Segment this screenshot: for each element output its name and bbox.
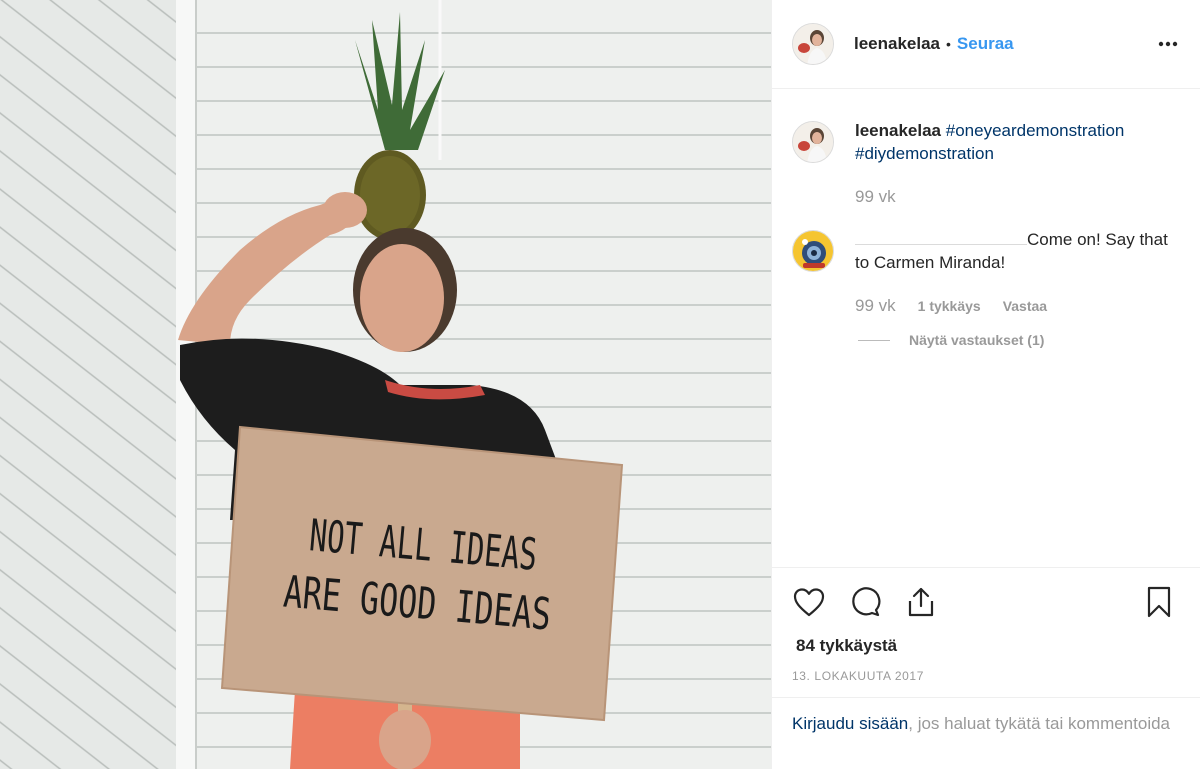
post-side-panel: leenakelaa • Seuraa leenakelaa #oneyeard…: [771, 0, 1200, 769]
comment-likes[interactable]: 1 tykkäys: [918, 295, 981, 318]
comment-time[interactable]: 99 vk: [855, 185, 896, 208]
avatar[interactable]: [792, 230, 834, 272]
heart-icon[interactable]: [792, 585, 826, 619]
post-date[interactable]: 13. LOKAKUUTA 2017: [792, 669, 1180, 683]
post-photo[interactable]: NOT ALL IDEAS ARE GOOD IDEAS: [0, 0, 771, 769]
caption-comment: leenakelaa #oneyeardemonstration #diydem…: [792, 119, 1180, 208]
avatar[interactable]: [792, 121, 834, 163]
login-link[interactable]: Kirjaudu sisään: [792, 714, 908, 733]
more-options-icon[interactable]: [1156, 32, 1180, 56]
login-prompt-text: , jos haluat tykätä tai kommentoida: [908, 714, 1170, 733]
comment-icon[interactable]: [848, 585, 882, 619]
comment-text: Come on! Say that to Carmen Miranda!: [855, 228, 1180, 274]
bookmark-icon[interactable]: [1142, 585, 1176, 619]
reply-button[interactable]: Vastaa: [1003, 295, 1047, 318]
avatar[interactable]: [792, 23, 834, 65]
separator-dot: •: [946, 36, 951, 52]
view-replies-label: Näytä vastaukset (1): [909, 332, 1045, 348]
share-icon[interactable]: [904, 585, 938, 619]
redacted-username: [855, 229, 1027, 245]
comment-time[interactable]: 99 vk: [855, 294, 896, 317]
login-prompt: Kirjaudu sisään, jos haluat tykätä tai k…: [772, 697, 1200, 735]
comments-list: leenakelaa #oneyeardemonstration #diydem…: [772, 89, 1200, 567]
caption-text: leenakelaa #oneyeardemonstration #diydem…: [855, 119, 1180, 165]
post-actions: 84 tykkäystä 13. LOKAKUUTA 2017: [772, 567, 1200, 683]
post-author-username[interactable]: leenakelaa: [854, 34, 940, 54]
view-replies-button[interactable]: Näytä vastaukset (1): [858, 332, 1180, 348]
comment-text-line2: to Carmen Miranda!: [855, 253, 1006, 272]
comment-username[interactable]: leenakelaa: [855, 121, 941, 140]
comment-text-line1: Come on! Say that: [1027, 230, 1168, 249]
likes-count[interactable]: 84 tykkäystä: [796, 636, 1180, 656]
replies-divider: [858, 339, 890, 341]
hashtag-link[interactable]: #diydemonstration: [855, 144, 994, 163]
post-header: leenakelaa • Seuraa: [772, 0, 1200, 89]
action-icons-row: [792, 568, 1180, 636]
reply-comment: Come on! Say that to Carmen Miranda! 99 …: [792, 228, 1180, 318]
follow-button[interactable]: Seuraa: [957, 34, 1014, 54]
hashtag-link[interactable]: #oneyeardemonstration: [946, 121, 1125, 140]
